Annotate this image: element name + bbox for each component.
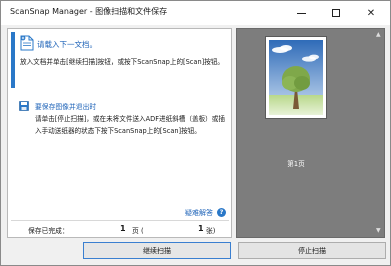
saved-sheet-count: 1 <box>198 224 204 233</box>
continue-scan-button[interactable]: 继续扫描 <box>83 242 231 259</box>
tree-image <box>269 40 323 115</box>
page-thumbnail[interactable] <box>265 36 327 119</box>
sheet-unit: 张) <box>206 227 216 235</box>
title-bar[interactable]: ScanSnap Manager - 图像扫描和文件保存 ✕ <box>1 1 390 25</box>
close-button[interactable]: ✕ <box>354 1 388 25</box>
saved-page-count: 1 <box>120 224 126 233</box>
save-exit-description: 请单击[停止扫描]，或在未将文件送入ADF进纸斜槽（盖板）或插入手动送纸器的状态… <box>35 115 225 135</box>
page-unit: 页 ( <box>132 227 144 235</box>
scroll-up-arrow[interactable]: ▲ <box>376 31 381 38</box>
preview-panel[interactable]: ▲ 第1页 ▼ <box>236 28 385 238</box>
save-status-label: 保存已完成： <box>28 227 69 235</box>
scansnap-window: ScanSnap Manager - 图像扫描和文件保存 ✕ 请载入下一文档。 … <box>0 0 391 266</box>
save-status: 保存已完成： 1 页 ( 1 张) <box>8 224 231 237</box>
prompt-text: 请载入下一文档。 <box>37 40 97 49</box>
minimize-icon <box>296 12 306 14</box>
save-exit-title: 要保存图像并退出时 <box>35 103 97 111</box>
document-icon <box>20 35 34 51</box>
scroll-down-arrow[interactable]: ▼ <box>376 227 381 234</box>
stop-scan-button[interactable]: 停止扫描 <box>238 242 386 259</box>
window-title: ScanSnap Manager - 图像扫描和文件保存 <box>10 7 168 16</box>
save-icon <box>19 101 29 111</box>
accent-bar <box>11 32 15 88</box>
page-caption: 第1页 <box>287 160 305 168</box>
minimize-button[interactable] <box>284 1 318 25</box>
maximize-button[interactable] <box>319 1 353 25</box>
help-icon[interactable]: ? <box>217 208 226 217</box>
troubleshooting-link[interactable]: 疑难解答 <box>185 208 213 218</box>
close-icon: ✕ <box>366 7 376 19</box>
instruction-text: 放入文档并单击[继续扫描]按钮，或按下ScanSnap上的[Scan]按钮。 <box>20 58 225 66</box>
message-panel: 请载入下一文档。 放入文档并单击[继续扫描]按钮，或按下ScanSnap上的[S… <box>7 28 232 238</box>
divider <box>11 220 229 221</box>
maximize-icon <box>332 9 340 17</box>
